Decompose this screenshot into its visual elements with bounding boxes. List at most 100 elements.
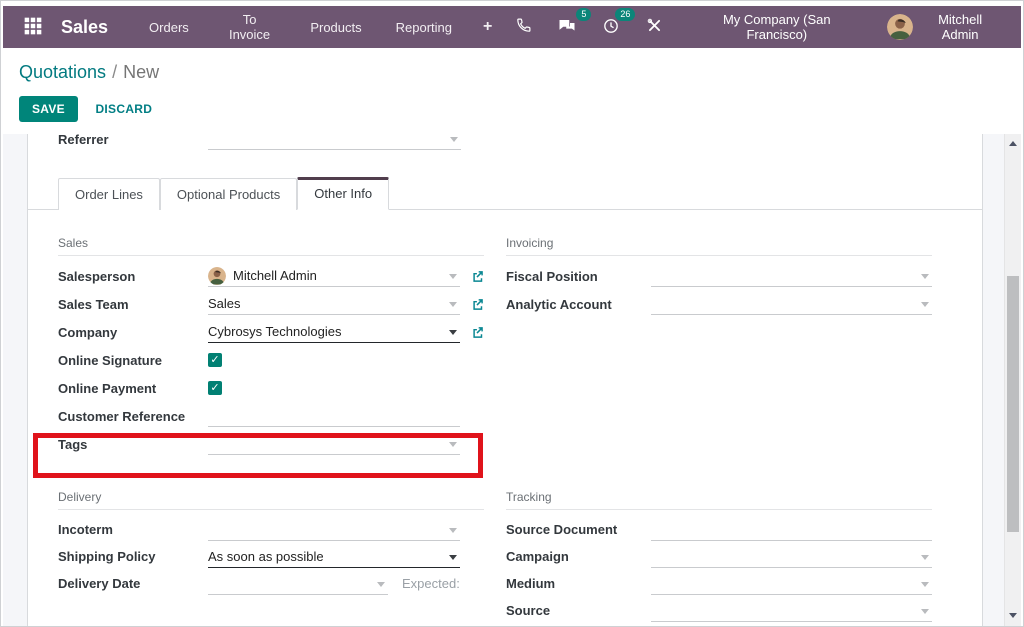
sales-team-input[interactable]: Sales	[208, 293, 460, 315]
chevron-down-icon	[450, 137, 458, 142]
menu-plus-button[interactable]: +	[469, 12, 506, 42]
campaign-input[interactable]	[651, 546, 932, 568]
source-document-row: Source Document	[506, 516, 932, 543]
source-document-label: Source Document	[506, 522, 651, 537]
online-payment-row: Online Payment	[58, 374, 484, 402]
sales-team-external-link[interactable]	[460, 298, 484, 311]
breadcrumb-quotations-link[interactable]: Quotations	[19, 62, 106, 82]
chevron-down-icon	[921, 302, 929, 307]
fiscal-position-row: Fiscal Position	[506, 262, 932, 290]
top-navbar: Sales Orders To Invoice Products Reporti…	[3, 6, 1021, 48]
activities-button[interactable]: 26	[593, 12, 629, 43]
chevron-down-icon	[921, 582, 929, 587]
tags-input[interactable]	[208, 433, 460, 455]
menu-to-invoice[interactable]: To Invoice	[206, 4, 294, 50]
main-menu: Orders To Invoice Products Reporting +	[132, 4, 506, 50]
tab-optional-products[interactable]: Optional Products	[160, 178, 297, 210]
referrer-input[interactable]	[208, 134, 461, 150]
user-menu[interactable]: Mitchell Admin	[881, 8, 1007, 46]
sales-team-row: Sales Team Sales	[58, 290, 484, 318]
medium-row: Medium	[506, 570, 932, 597]
voip-phone-button[interactable]	[506, 12, 541, 42]
chat-bubbles-icon	[558, 17, 576, 38]
app-name[interactable]: Sales	[61, 17, 108, 38]
campaign-row: Campaign	[506, 543, 932, 570]
salesperson-row: Salesperson Mitchell Admin	[58, 262, 484, 290]
chevron-down-icon	[449, 274, 457, 279]
chevron-down-icon	[449, 442, 457, 447]
chevron-down-icon	[921, 555, 929, 560]
fiscal-position-label: Fiscal Position	[506, 269, 651, 284]
salesperson-avatar	[208, 267, 226, 285]
source-input[interactable]	[651, 600, 932, 622]
tab-order-lines[interactable]: Order Lines	[58, 178, 160, 210]
tracking-group: Tracking Source Document Campaign	[506, 490, 932, 624]
sales-group: Sales Salesperson Mitchell Admin	[58, 236, 484, 458]
delivery-section-title: Delivery	[58, 490, 484, 510]
campaign-label: Campaign	[506, 549, 651, 564]
salesperson-external-link[interactable]	[460, 270, 484, 283]
shipping-policy-select[interactable]: As soon as possible	[208, 546, 460, 568]
apps-menu-button[interactable]	[17, 12, 49, 43]
sales-team-label: Sales Team	[58, 297, 208, 312]
referrer-row: Referrer	[28, 134, 485, 153]
invoicing-section-title: Invoicing	[506, 236, 932, 256]
company-external-link[interactable]	[460, 326, 484, 339]
menu-reporting[interactable]: Reporting	[379, 12, 469, 43]
menu-products[interactable]: Products	[293, 12, 378, 43]
user-name: Mitchell Admin	[919, 12, 1001, 42]
analytic-account-label: Analytic Account	[506, 297, 651, 312]
source-document-input[interactable]	[651, 519, 932, 541]
online-payment-label: Online Payment	[58, 381, 208, 396]
shipping-policy-row: Shipping Policy As soon as possible	[58, 543, 484, 570]
tab-other-info[interactable]: Other Info	[297, 177, 389, 210]
company-input[interactable]: Cybrosys Technologies	[208, 321, 460, 343]
odoo-window: Sales Orders To Invoice Products Reporti…	[0, 0, 1024, 627]
delivery-date-label: Delivery Date	[58, 576, 208, 591]
customer-reference-input[interactable]	[208, 405, 460, 427]
other-info-page: Sales Salesperson Mitchell Admin	[28, 210, 982, 624]
chevron-down-icon	[449, 302, 457, 307]
activities-badge: 26	[615, 8, 635, 21]
breadcrumb: Quotations / New	[19, 62, 1005, 83]
delivery-group: Delivery Incoterm Shipping Policy	[58, 490, 484, 624]
invoicing-group: Invoicing Fiscal Position Analytic Accou…	[506, 236, 932, 458]
chevron-down-icon	[921, 274, 929, 279]
vertical-scrollbar[interactable]	[1004, 134, 1021, 626]
source-label: Source	[506, 603, 651, 618]
phone-icon	[515, 17, 532, 37]
delivery-date-input[interactable]	[208, 573, 388, 595]
breadcrumb-separator: /	[112, 62, 117, 82]
scrollbar-thumb[interactable]	[1007, 276, 1019, 532]
form-sheet: Referrer Order Lines Optional Products O…	[27, 134, 983, 626]
scroll-up-arrow[interactable]	[1005, 136, 1021, 152]
online-signature-row: Online Signature	[58, 346, 484, 374]
scroll-down-arrow[interactable]	[1005, 608, 1021, 624]
messages-button[interactable]: 5	[549, 12, 585, 43]
notebook-tabs: Order Lines Optional Products Other Info	[28, 177, 982, 210]
menu-orders[interactable]: Orders	[132, 12, 206, 43]
breadcrumb-current: New	[123, 62, 159, 82]
expected-label: Expected:	[402, 576, 460, 591]
online-signature-label: Online Signature	[58, 353, 208, 368]
chevron-down-icon	[449, 528, 457, 533]
medium-input[interactable]	[651, 573, 932, 595]
debug-tools-button[interactable]	[637, 12, 672, 42]
calendar-dropdown-icon	[377, 582, 385, 587]
fiscal-position-input[interactable]	[651, 265, 932, 287]
salesperson-input[interactable]: Mitchell Admin	[208, 265, 460, 287]
content-area: Referrer Order Lines Optional Products O…	[3, 134, 1021, 626]
company-switcher[interactable]: My Company (San Francisco)	[680, 6, 873, 48]
medium-label: Medium	[506, 576, 651, 591]
incoterm-input[interactable]	[208, 519, 460, 541]
discard-button[interactable]: DISCARD	[82, 96, 165, 122]
online-signature-checkbox[interactable]	[208, 353, 222, 367]
analytic-account-row: Analytic Account	[506, 290, 932, 318]
incoterm-label: Incoterm	[58, 522, 208, 537]
user-avatar	[887, 14, 913, 40]
online-payment-checkbox[interactable]	[208, 381, 222, 395]
chevron-down-icon	[449, 555, 457, 560]
analytic-account-input[interactable]	[651, 293, 932, 315]
save-button[interactable]: SAVE	[19, 96, 78, 122]
incoterm-row: Incoterm	[58, 516, 484, 543]
